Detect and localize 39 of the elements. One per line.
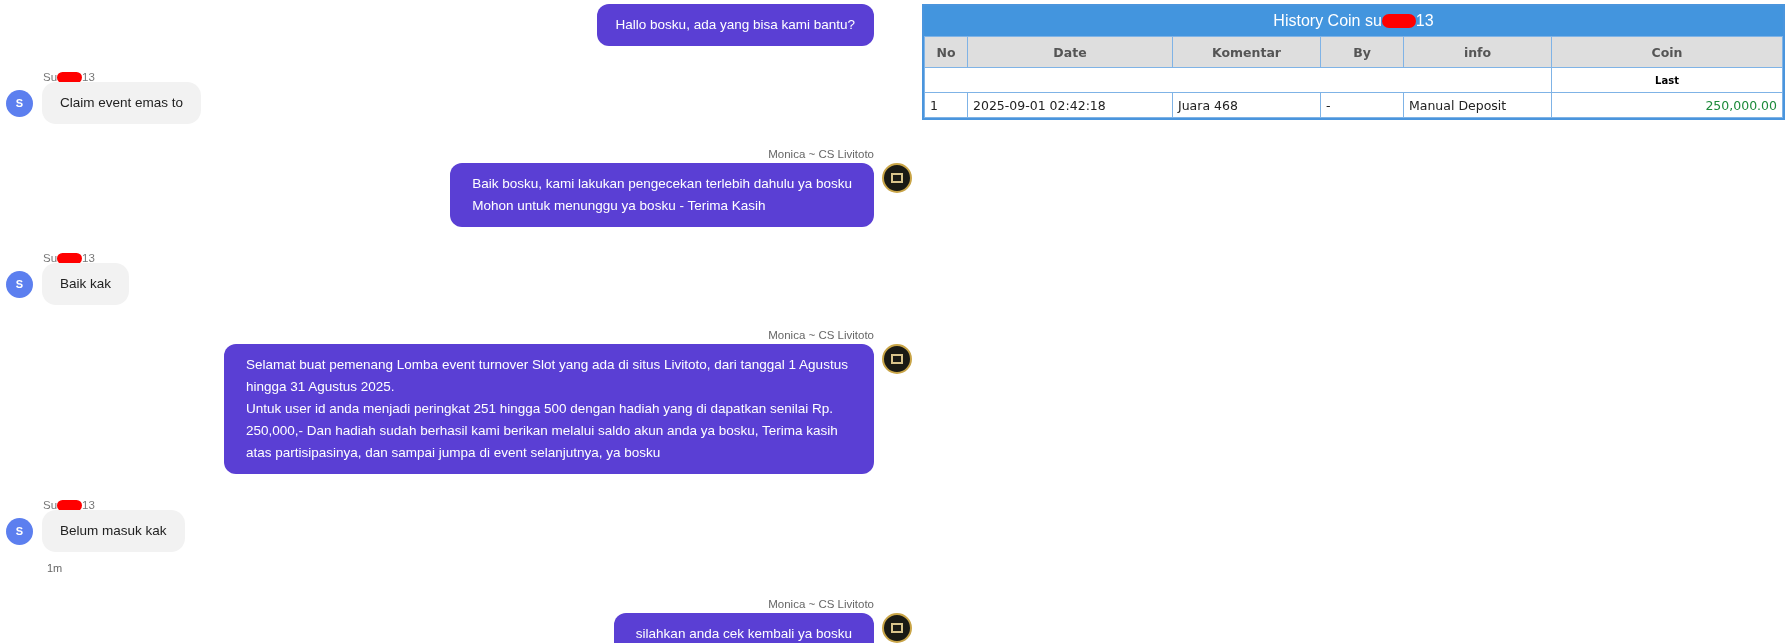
sender-name: 13 (82, 499, 95, 511)
redaction-mark (57, 499, 83, 511)
panel-title: History Coin su (1273, 12, 1382, 30)
column-header: Komentar (1172, 36, 1321, 68)
sender-name: 13 (82, 71, 95, 83)
user-avatar: S (6, 517, 33, 545)
redaction-mark (1381, 14, 1416, 28)
column-header: By (1320, 36, 1404, 68)
table-cell: 1 (924, 92, 968, 118)
agent-name: Monica ~ CS Livitoto (768, 329, 874, 341)
column-header: Coin (1551, 36, 1783, 68)
message-bubble: Belum masuk kak (42, 510, 185, 552)
column-header: info (1403, 36, 1552, 68)
message-bubble: Baik bosku, kami lakukan pengecekan terlebih dahulu ya bosku Mohon untuk menunggu ya bosku - Terima Kasih (450, 163, 874, 227)
sender-name: 13 (82, 252, 95, 264)
agent-name: Monica ~ CS Livitoto (768, 148, 874, 160)
table-cell: Juara 468 (1172, 92, 1321, 118)
column-header: Date (967, 36, 1173, 68)
panel-title: 13 (1415, 12, 1434, 30)
table-cell: - (1320, 92, 1404, 118)
message-bubble: silahkan anda cek kembali ya bosku (613, 613, 874, 643)
user-avatar: S (6, 270, 33, 298)
column-header: No (924, 36, 968, 68)
redaction-mark (57, 252, 83, 264)
table-cell: 250,000.00 (1551, 92, 1783, 118)
table-cell: 2025-09-01 02:42:18 (967, 92, 1173, 118)
sender-name: Su (43, 71, 58, 83)
message-bubble: Baik kak (42, 263, 130, 305)
user-avatar: S (6, 89, 33, 117)
redaction-mark (57, 71, 83, 83)
agent-name: Monica ~ CS Livitoto (768, 598, 874, 610)
table-cell: Manual Deposit (1403, 92, 1552, 118)
table-cell: Last (1551, 67, 1783, 93)
message-bubble: Selamat buat pemenang Lomba event turnover Slot yang ada di situs Livitoto, dari tanggal 1 Agustus hingga 31 Agustus 2025. Untuk user id anda menjadi peringkat 251 hingga 500 dengan hadiah yang di dapatkan senilai Rp. 250,000,- Dan hadiah sudah berhasil kami berikan melalui saldo akun anda ya bosku, Terima kasih atas partisipasinya, dan sampai jumpa di event selanjutnya, ya bosku (224, 344, 874, 474)
sender-name: Su (43, 252, 58, 264)
message-bubble: Hallo bosku, ada yang bisa kami bantu? (596, 4, 874, 46)
sender-name: Su (43, 499, 58, 511)
message-time: 1m (47, 562, 63, 574)
message-bubble: Claim event emas to (42, 82, 202, 124)
